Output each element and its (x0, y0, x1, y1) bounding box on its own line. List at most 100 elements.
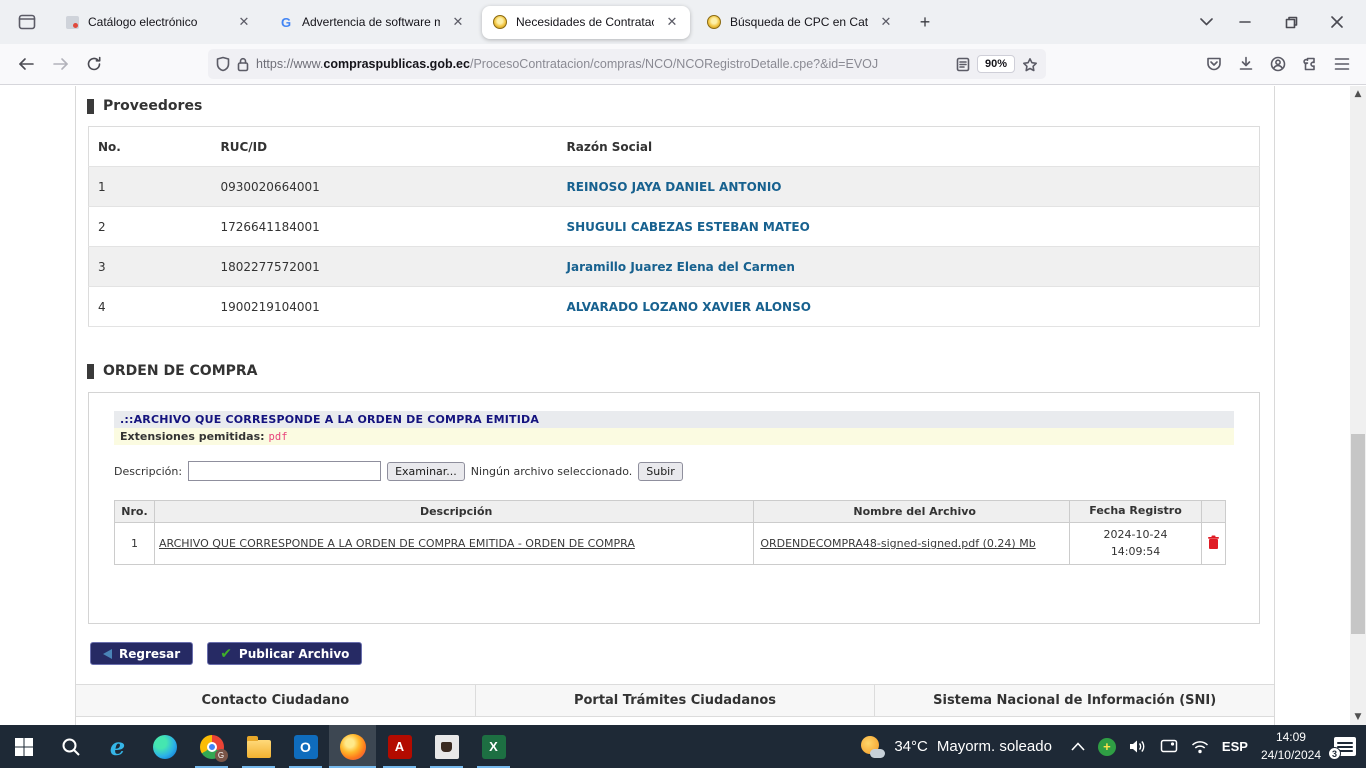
url-text[interactable]: https://www.compraspublicas.gob.ec/Proce… (256, 57, 949, 71)
taskbar-edge[interactable] (141, 725, 188, 768)
tab-title: Advertencia de software malici (302, 15, 440, 29)
acrobat-icon: A (388, 735, 412, 759)
menu-hamburger-icon[interactable] (1334, 57, 1350, 71)
footer-link-contacto-ciudadano[interactable]: Contacto Ciudadano (76, 685, 476, 716)
browse-file-button[interactable]: Examinar... (387, 462, 465, 481)
weather-sun-cloud-icon (859, 736, 885, 758)
file-name-link[interactable]: ORDENDECOMPRA48-signed-signed.pdf (0.24)… (760, 537, 1035, 550)
taskbar-internet-explorer[interactable]: e (94, 725, 141, 768)
pocket-icon[interactable] (1206, 56, 1222, 72)
tab-close-icon[interactable]: ✕ (876, 12, 896, 32)
form-action-buttons: Regresar ✔ Publicar Archivo (90, 642, 1274, 665)
footer-link-sni[interactable]: Sistema Nacional de Información (SNI) (875, 685, 1274, 716)
outlook-icon: O (294, 735, 318, 759)
footer-link-portal-tramites[interactable]: Portal Trámites Ciudadanos (476, 685, 876, 716)
zoom-level-indicator[interactable]: 90% (977, 55, 1015, 73)
regresar-button[interactable]: Regresar (90, 642, 193, 665)
chrome-icon: G (200, 735, 224, 759)
section-marker (87, 99, 94, 114)
col-header-nro: Nro. (115, 501, 155, 523)
browser-navigation-toolbar: https://www.compraspublicas.gob.ec/Proce… (0, 44, 1366, 85)
wifi-icon[interactable] (1191, 740, 1209, 754)
window-minimize-button[interactable] (1222, 0, 1268, 44)
notification-count-badge: 3 (1328, 747, 1341, 760)
col-header-fecha-registro: Fecha Registro (1070, 501, 1202, 523)
section-title-text: ORDEN DE COMPRA (103, 363, 258, 379)
delete-trash-icon[interactable] (1207, 535, 1220, 550)
upload-button[interactable]: Subir (638, 462, 683, 481)
window-close-button[interactable] (1314, 0, 1360, 44)
provider-no: 2 (89, 207, 212, 247)
windows-logo-icon (14, 737, 34, 757)
new-tab-button[interactable]: + (910, 7, 940, 37)
tab-catalogo-electronico[interactable]: Catálogo electrónico ✕ (54, 6, 262, 39)
edge-icon (153, 735, 177, 759)
col-header-nombre-archivo: Nombre del Archivo (754, 501, 1070, 523)
firefox-view-button[interactable] (10, 7, 44, 37)
clock-date: 24/10/2024 (1261, 748, 1321, 762)
tab-close-icon[interactable]: ✕ (662, 12, 682, 32)
vertical-scrollbar[interactable]: ▲ ▼ (1350, 86, 1366, 725)
provider-name-link[interactable]: ALVARADO LOZANO XAVIER ALONSO (567, 300, 811, 314)
tab-necesidades-contratacion[interactable]: Necesidades de Contratación y ✕ (482, 6, 690, 39)
tab-close-icon[interactable]: ✕ (234, 12, 254, 32)
bookmark-star-icon[interactable] (1022, 57, 1038, 72)
file-register-date: 2024-10-2414:09:54 (1070, 523, 1202, 565)
windows-taskbar: e G O A X 34°C Mayorm. soleado ESP 14:09… (0, 725, 1366, 768)
section-marker (87, 364, 94, 379)
taskbar-search-button[interactable] (47, 725, 94, 768)
volume-icon[interactable] (1129, 739, 1147, 754)
taskbar-outlook[interactable]: O (282, 725, 329, 768)
provider-name-link[interactable]: SHUGULI CABEZAS ESTEBAN MATEO (567, 220, 810, 234)
tray-chevron-up-icon[interactable] (1071, 742, 1085, 751)
file-explorer-icon (247, 740, 271, 758)
taskbar-weather-widget[interactable]: 34°C Mayorm. soleado (853, 736, 1058, 758)
provider-name-link[interactable]: Jaramillo Juarez Elena del Carmen (567, 260, 795, 274)
start-button[interactable] (0, 725, 47, 768)
taskbar-clock[interactable]: 14:0924/10/2024 (1261, 729, 1321, 764)
scroll-down-arrow[interactable]: ▼ (1350, 709, 1366, 725)
publicar-archivo-button[interactable]: ✔ Publicar Archivo (207, 642, 362, 665)
back-arrow-icon (103, 649, 112, 659)
forward-button[interactable] (44, 49, 76, 79)
taskbar-excel[interactable]: X (470, 725, 517, 768)
provider-ruc: 1900219104001 (212, 287, 558, 327)
taskbar-file-explorer[interactable] (235, 725, 282, 768)
scroll-up-arrow[interactable]: ▲ (1350, 86, 1366, 102)
col-header-ruc: RUC/ID (212, 127, 558, 167)
table-row: 1 ARCHIVO QUE CORRESPONDE A LA ORDEN DE … (115, 523, 1226, 565)
system-tray: 34°C Mayorm. soleado ESP 14:0924/10/2024… (853, 725, 1366, 768)
downloads-icon[interactable] (1238, 56, 1254, 72)
tab-advertencia-software[interactable]: G Advertencia de software malici ✕ (268, 6, 476, 39)
excel-icon: X (482, 735, 506, 759)
tab-busqueda-cpc[interactable]: Búsqueda de CPC en Catálogo ✕ (696, 6, 904, 39)
window-restore-button[interactable] (1268, 0, 1314, 44)
scrollbar-thumb[interactable] (1351, 434, 1365, 634)
col-header-descripcion: Descripción (154, 501, 753, 523)
extensions-icon[interactable] (1302, 56, 1318, 72)
action-center-icon[interactable]: 3 (1334, 737, 1356, 756)
address-bar[interactable]: https://www.compraspublicas.gob.ec/Proce… (208, 49, 1046, 79)
display-connect-tray-icon[interactable] (1160, 739, 1178, 754)
tab-close-icon[interactable]: ✕ (448, 12, 468, 32)
provider-name-link[interactable]: REINOSO JAYA DANIEL ANTONIO (567, 180, 782, 194)
antivirus-tray-icon[interactable] (1098, 738, 1116, 756)
account-icon[interactable] (1270, 56, 1286, 72)
tracking-protection-shield-icon[interactable] (216, 56, 230, 72)
description-label: Descripción: (114, 465, 182, 478)
padlock-icon[interactable] (237, 57, 249, 72)
taskbar-firefox-active[interactable] (329, 725, 376, 768)
file-description-link[interactable]: ARCHIVO QUE CORRESPONDE A LA ORDEN DE CO… (159, 537, 635, 550)
list-all-tabs-button[interactable] (1190, 18, 1222, 26)
taskbar-chrome[interactable]: G (188, 725, 235, 768)
reload-button[interactable] (78, 49, 110, 79)
keyboard-language-indicator[interactable]: ESP (1222, 739, 1248, 754)
description-input[interactable] (188, 461, 381, 481)
provider-ruc: 1726641184001 (212, 207, 558, 247)
back-button[interactable] (10, 49, 42, 79)
check-icon: ✔ (220, 647, 232, 661)
uploaded-files-table: Nro. Descripción Nombre del Archivo Fech… (114, 500, 1226, 565)
taskbar-acrobat[interactable]: A (376, 725, 423, 768)
taskbar-java-app[interactable] (423, 725, 470, 768)
reader-view-icon[interactable] (956, 57, 970, 72)
